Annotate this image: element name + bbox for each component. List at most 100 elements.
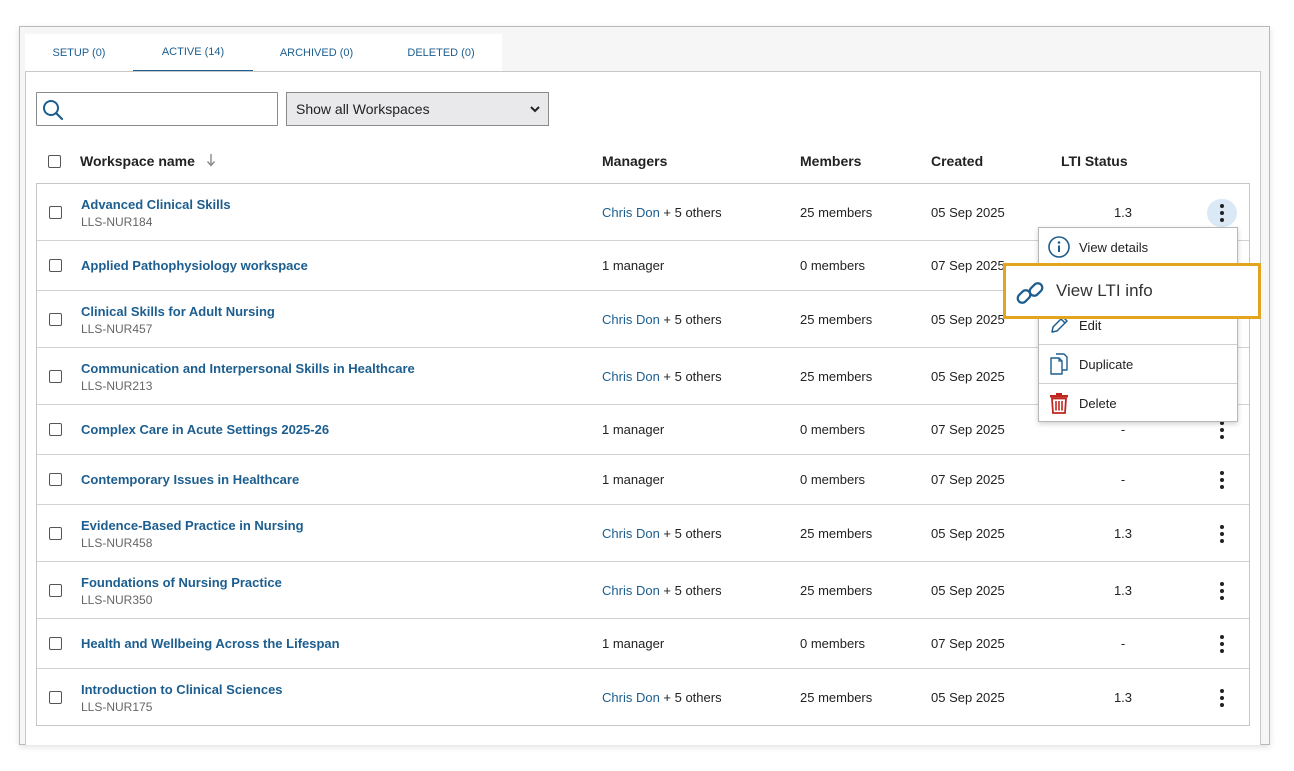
managers-cell: Chris Don + 5 others — [602, 312, 722, 327]
lti-status: 1.3 — [1113, 583, 1133, 598]
search-field[interactable] — [36, 92, 278, 126]
row-checkbox[interactable] — [49, 691, 62, 704]
row-checkbox[interactable] — [49, 206, 62, 219]
managers-cell: 1 manager — [602, 472, 664, 487]
members-count: 0 members — [800, 258, 866, 273]
column-lti-status: LTI Status — [1061, 153, 1128, 169]
table-row: Foundations of Nursing Practice LLS-NUR3… — [37, 562, 1249, 619]
manager-link[interactable]: Chris Don — [602, 205, 660, 220]
link-icon — [1016, 282, 1044, 304]
manager-others: + 5 others — [659, 312, 722, 327]
column-workspace-name[interactable]: Workspace name — [80, 153, 195, 169]
workspace-name-link[interactable]: Communication and Interpersonal Skills i… — [81, 361, 415, 376]
row-checkbox[interactable] — [49, 313, 62, 326]
tab-deleted[interactable]: DELETED (0) — [380, 34, 502, 72]
menu-item-view-lti-info[interactable]: View LTI info — [1003, 263, 1261, 319]
table-row: Contemporary Issues in Healthcare 1 mana… — [37, 455, 1249, 505]
manager-link[interactable]: Chris Don — [602, 312, 660, 327]
manager-others: + 5 others — [659, 205, 722, 220]
row-checkbox[interactable] — [49, 637, 62, 650]
lti-status: 1.3 — [1113, 690, 1133, 705]
row-checkbox[interactable] — [49, 527, 62, 540]
members-count: 0 members — [800, 472, 866, 487]
members-count: 25 members — [800, 369, 873, 384]
kebab-icon[interactable] — [1207, 520, 1237, 548]
kebab-icon[interactable] — [1207, 684, 1237, 712]
menu-item-delete[interactable]: Delete — [1039, 384, 1237, 423]
info-icon — [1048, 236, 1070, 258]
workspace-filter-value: Show all Workspaces — [296, 101, 430, 117]
manager-count: 1 manager — [602, 472, 665, 487]
lti-status: - — [1120, 422, 1126, 437]
menu-label: Edit — [1079, 317, 1102, 333]
menu-item-duplicate[interactable]: Duplicate — [1039, 345, 1237, 384]
row-actions-menu: View details Edit Duplicate Delete — [1038, 227, 1238, 422]
arrow-down-icon[interactable] — [206, 153, 216, 167]
manager-link[interactable]: Chris Don — [602, 583, 660, 598]
workspace-name-link[interactable]: Advanced Clinical Skills — [81, 197, 231, 212]
workspace-code: LLS-NUR184 — [81, 215, 153, 229]
lti-status: 1.3 — [1113, 526, 1133, 541]
workspace-name-link[interactable]: Applied Pathophysiology workspace — [81, 258, 308, 273]
created-date: 05 Sep 2025 — [931, 369, 1005, 384]
search-input[interactable] — [67, 95, 272, 123]
table-row: Introduction to Clinical Sciences LLS-NU… — [37, 669, 1249, 726]
members-count: 0 members — [800, 422, 866, 437]
workspace-name-link[interactable]: Clinical Skills for Adult Nursing — [81, 304, 275, 319]
created-date: 07 Sep 2025 — [931, 636, 1005, 651]
kebab-icon[interactable] — [1207, 466, 1237, 494]
workspace-name-link[interactable]: Evidence-Based Practice in Nursing — [81, 518, 304, 533]
copy-icon — [1050, 353, 1068, 375]
row-checkbox[interactable] — [49, 473, 62, 486]
members-count: 25 members — [800, 690, 873, 705]
workspace-code: LLS-NUR350 — [81, 593, 153, 607]
manager-count: 1 manager — [602, 636, 665, 651]
created-date: 05 Sep 2025 — [931, 205, 1005, 220]
managers-cell: Chris Don + 5 others — [602, 526, 722, 541]
manager-link[interactable]: Chris Don — [602, 526, 660, 541]
tab-bar: SETUP (0) ACTIVE (14) ARCHIVED (0) DELET… — [25, 34, 502, 72]
managers-cell: Chris Don + 5 others — [602, 690, 722, 705]
column-created: Created — [931, 153, 984, 169]
table-row: Evidence-Based Practice in Nursing LLS-N… — [37, 505, 1249, 562]
kebab-icon[interactable] — [1207, 199, 1237, 227]
workspace-name-link[interactable]: Contemporary Issues in Healthcare — [81, 472, 299, 487]
lti-status: - — [1120, 472, 1126, 487]
row-checkbox[interactable] — [49, 584, 62, 597]
column-managers: Managers — [602, 153, 668, 169]
created-date: 05 Sep 2025 — [931, 690, 1005, 705]
menu-label: Delete — [1079, 396, 1117, 411]
tab-archived[interactable]: ARCHIVED (0) — [253, 34, 380, 72]
row-checkbox[interactable] — [49, 370, 62, 383]
column-members: Members — [800, 153, 862, 169]
kebab-icon[interactable] — [1207, 630, 1237, 658]
managers-cell: 1 manager — [602, 636, 664, 651]
created-date: 05 Sep 2025 — [931, 312, 1005, 327]
tab-setup[interactable]: SETUP (0) — [25, 34, 133, 72]
row-checkbox[interactable] — [49, 423, 62, 436]
workspace-name-link[interactable]: Foundations of Nursing Practice — [81, 575, 282, 590]
tab-active[interactable]: ACTIVE (14) — [133, 34, 253, 72]
workspace-filter-select[interactable]: Show all Workspaces — [286, 92, 549, 126]
workspace-name-link[interactable]: Complex Care in Acute Settings 2025-26 — [81, 422, 329, 437]
members-count: 25 members — [800, 312, 873, 327]
workspace-name-link[interactable]: Health and Wellbeing Across the Lifespan — [81, 636, 340, 651]
row-checkbox[interactable] — [49, 259, 62, 272]
managers-cell: Chris Don + 5 others — [602, 369, 722, 384]
menu-label: View details — [1079, 239, 1149, 255]
kebab-icon[interactable] — [1207, 577, 1237, 605]
menu-item-view-details[interactable]: View details — [1039, 228, 1237, 267]
manager-link[interactable]: Chris Don — [602, 690, 660, 705]
managers-cell: 1 manager — [602, 422, 664, 437]
workspace-name-link[interactable]: Introduction to Clinical Sciences — [81, 682, 283, 697]
manager-others: + 5 others — [659, 690, 722, 705]
menu-label: Duplicate — [1079, 356, 1134, 372]
select-all-checkbox[interactable] — [48, 155, 61, 168]
created-date: 07 Sep 2025 — [931, 258, 1005, 273]
table-header: Workspace name Managers Members Created … — [36, 140, 1248, 183]
lti-status: 1.3 — [1113, 205, 1133, 220]
workspace-code: LLS-NUR457 — [81, 322, 153, 336]
created-date: 07 Sep 2025 — [931, 472, 1005, 487]
managers-cell: Chris Don + 5 others — [602, 583, 722, 598]
manager-link[interactable]: Chris Don — [602, 369, 660, 384]
